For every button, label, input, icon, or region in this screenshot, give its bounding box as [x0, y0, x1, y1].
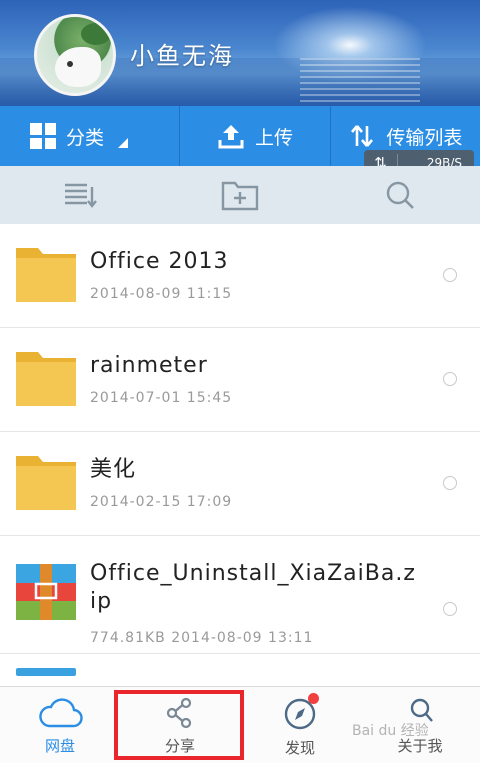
file-name: Office_Uninstall_XiaZaiBa.zip	[90, 561, 416, 614]
grid-icon	[30, 123, 56, 149]
new-folder-icon	[221, 181, 259, 211]
file-meta: 774.81KB 2014-08-09 13:11	[90, 630, 314, 646]
file-toolbar	[0, 166, 480, 224]
select-radio[interactable]	[443, 476, 457, 490]
upload-button[interactable]: 上传	[179, 106, 329, 166]
file-name: Office 2013	[90, 249, 229, 274]
select-radio[interactable]	[443, 602, 457, 616]
nav-item-netdisk[interactable]: 网盘	[0, 687, 120, 763]
file-name: 美化	[90, 457, 137, 482]
nav-label: 网盘	[44, 737, 75, 755]
file-meta: 2014-08-09 11:15	[90, 286, 233, 302]
category-label: 分类	[66, 126, 105, 149]
select-radio[interactable]	[443, 268, 457, 282]
list-item	[0, 654, 480, 684]
notification-badge	[308, 693, 319, 704]
file-list: Office 2013 2014-08-09 11:15 rainmeter 2…	[0, 224, 480, 686]
sort-button[interactable]	[0, 181, 160, 209]
new-folder-button[interactable]	[160, 179, 320, 211]
file-meta: 2014-07-01 15:45	[90, 390, 233, 406]
action-bar: 分类 上传 传输列表 ⇅ 29B/S	[0, 106, 480, 176]
search-button[interactable]	[320, 180, 480, 210]
select-radio[interactable]	[443, 372, 457, 386]
avatar-bird	[55, 47, 101, 87]
file-row[interactable]: rainmeter 2014-07-01 15:45	[0, 328, 480, 432]
folder-icon	[16, 248, 76, 302]
cloud-icon	[39, 698, 83, 728]
highlight-annotation	[114, 690, 244, 760]
username: 小鱼无海	[130, 42, 234, 70]
dropdown-corner-icon	[118, 138, 128, 148]
file-row[interactable]: 美化 2014-02-15 17:09	[0, 432, 480, 536]
upload-label: 上传	[254, 126, 293, 149]
sort-icon	[65, 183, 97, 208]
sea-glitter	[300, 58, 420, 106]
file-name: rainmeter	[90, 353, 208, 378]
file-meta: 2014-02-15 17:09	[90, 494, 233, 510]
partial-file-icon	[16, 668, 76, 676]
transfer-label: 传输列表	[386, 126, 463, 149]
upload-icon	[218, 125, 244, 149]
header-banner: 小鱼无海	[0, 0, 480, 106]
search-icon	[386, 181, 414, 209]
file-row[interactable]: Office_Uninstall_XiaZaiBa.zip 774.81KB 2…	[0, 536, 480, 654]
nav-item-discover[interactable]: 发现	[240, 687, 360, 763]
zip-archive-icon	[16, 564, 76, 620]
avatar-bird-eye	[67, 61, 73, 67]
folder-icon	[16, 352, 76, 406]
folder-icon	[16, 456, 76, 510]
nav-label: 发现	[284, 739, 315, 757]
file-row[interactable]: Office 2013 2014-08-09 11:15	[0, 224, 480, 328]
watermark: Bai du 经验	[352, 723, 429, 739]
transfer-icon	[351, 125, 374, 147]
avatar[interactable]	[34, 14, 116, 96]
avatar-leaf	[81, 23, 111, 45]
category-button[interactable]: 分类	[0, 106, 179, 166]
